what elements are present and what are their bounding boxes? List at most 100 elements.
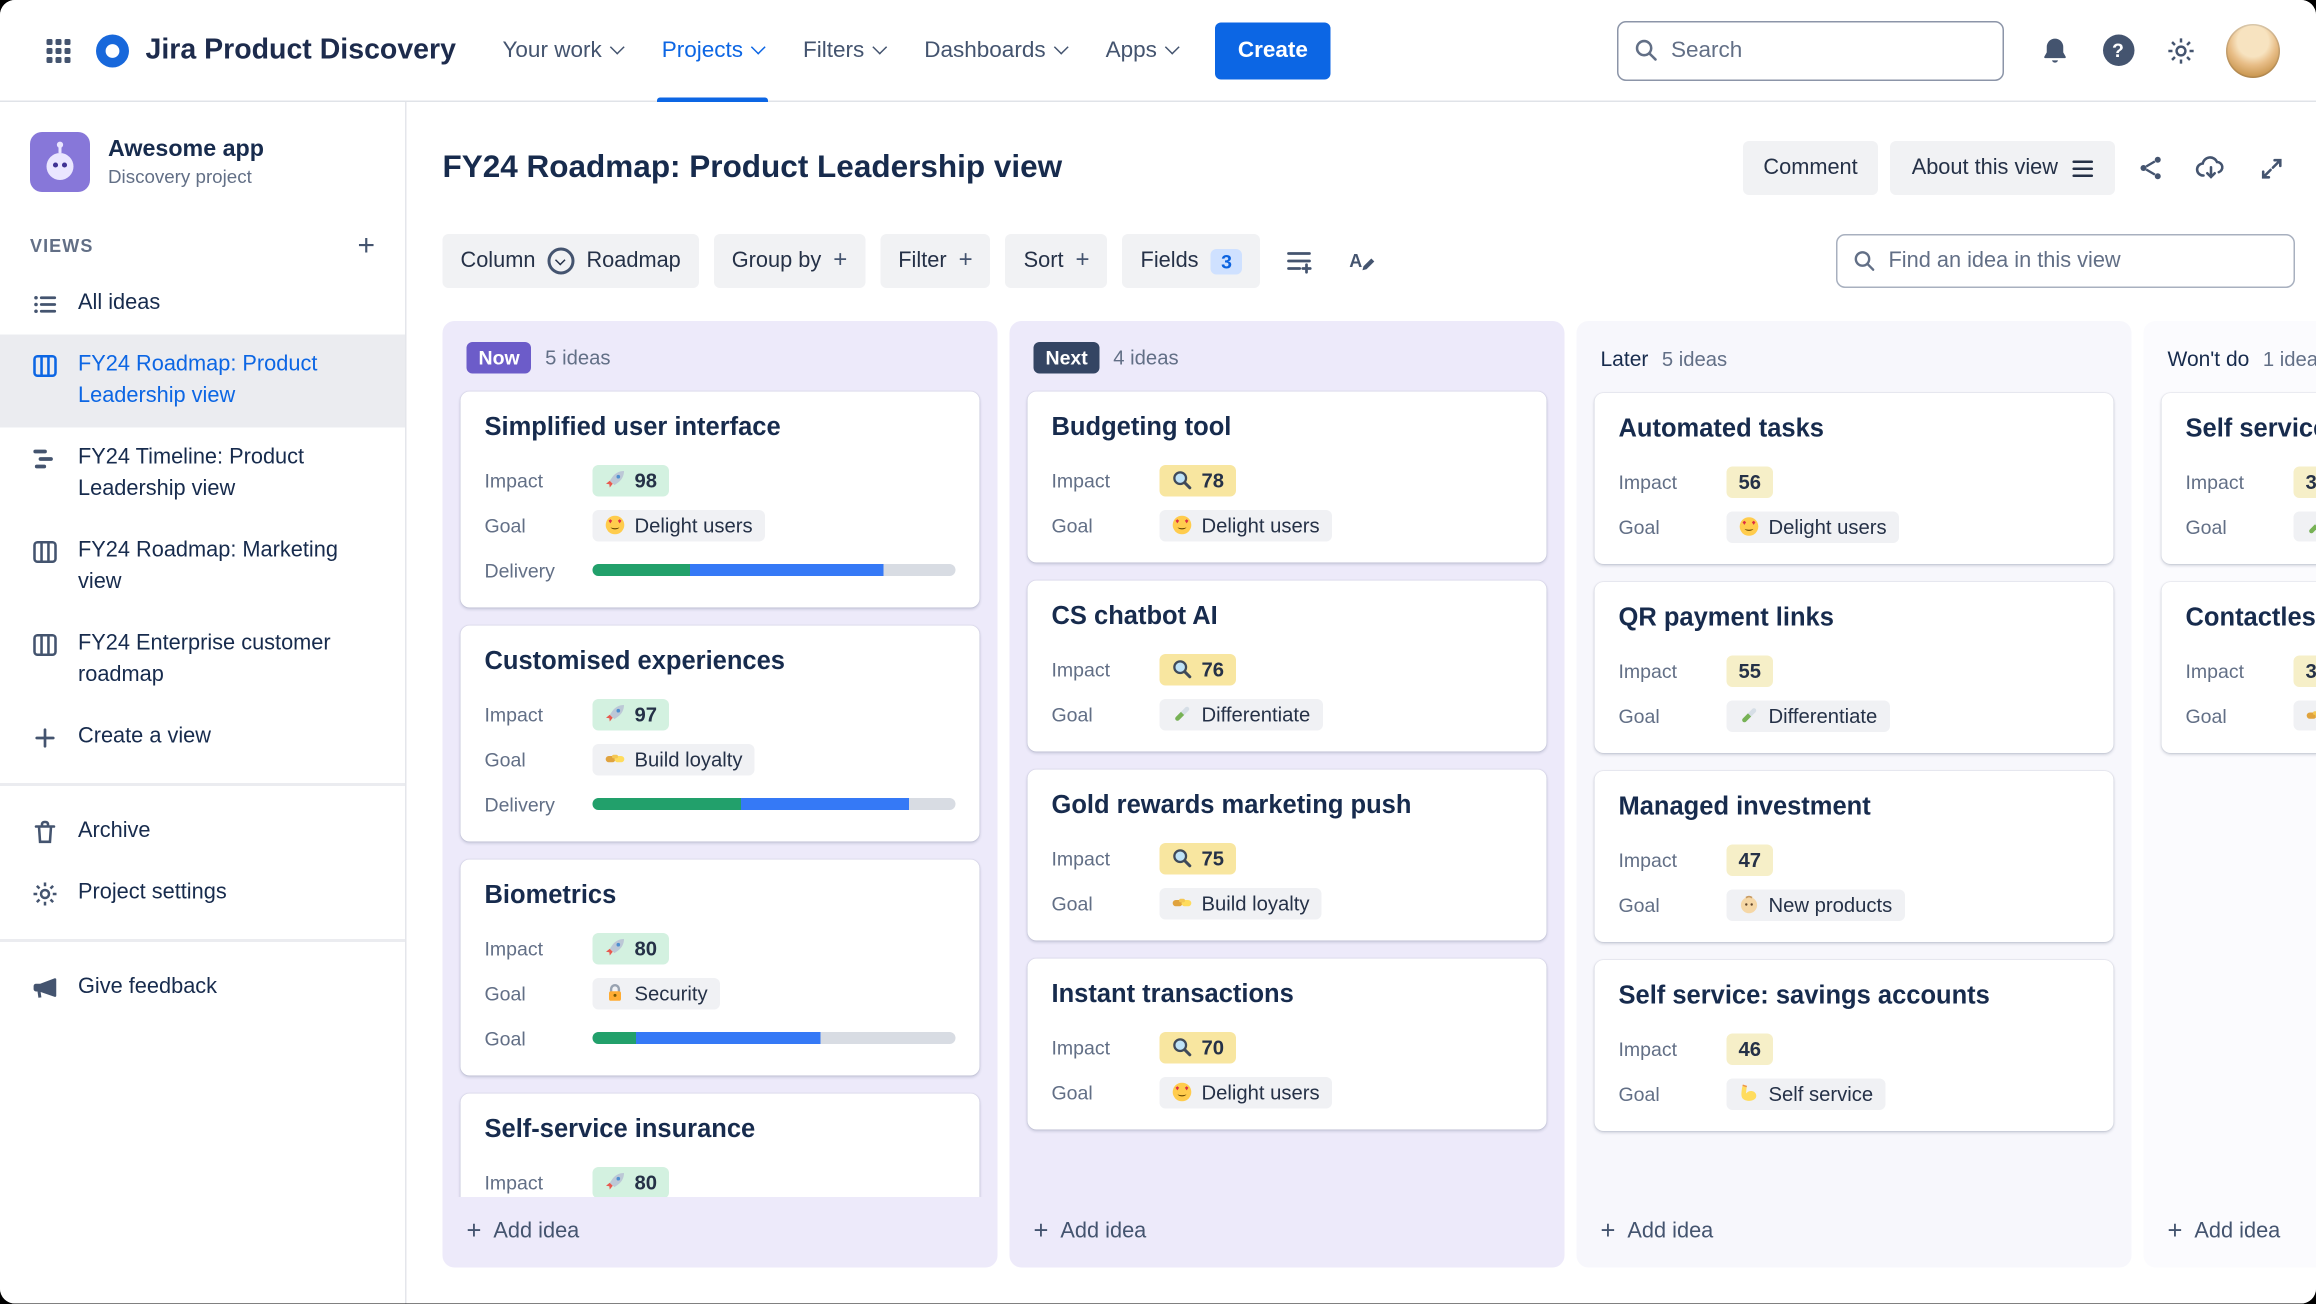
add-idea-label: Add idea	[1060, 1219, 1147, 1244]
idea-title: Self service:	[2185, 414, 2316, 443]
find-idea-search[interactable]	[1836, 234, 2295, 288]
publish-cloud-icon[interactable]	[2187, 144, 2235, 192]
column-cards: Simplified user interface Impact 98 Goal Del…	[443, 386, 998, 1198]
view-item-label: FY24 Timeline: Product Leadership view	[78, 445, 305, 502]
column-status-badge: Later	[1600, 346, 1649, 371]
comment-button[interactable]: Comment	[1742, 141, 1879, 195]
global-search-input[interactable]	[1671, 37, 1988, 63]
fields-button[interactable]: Fields 3	[1122, 234, 1261, 288]
view-options-rows-icon[interactable]	[1275, 237, 1323, 285]
add-idea-button[interactable]: + Add idea	[2144, 1198, 2316, 1269]
about-this-view-button[interactable]: About this view	[1890, 141, 2115, 195]
card-field-row: Goal Build loyalty	[1052, 881, 1523, 926]
app-window: Jira Product Discovery Your work Projects…	[0, 0, 2316, 1304]
share-icon[interactable]	[2127, 144, 2175, 192]
add-idea-button[interactable]: + Add idea	[443, 1198, 998, 1269]
card-field-row: Goal Build loyalty	[485, 737, 956, 782]
notifications-bell-icon[interactable]	[2028, 23, 2082, 77]
global-search[interactable]	[1617, 20, 2004, 81]
progress-bar	[592, 798, 956, 810]
idea-card[interactable]: Self service: Impact 36 Goal	[2161, 393, 2316, 564]
card-field-row: Impact 46	[1619, 1026, 2090, 1071]
sidebar-view-item-fy24-enterprise-customer-roadmap[interactable]: FY24 Enterprise customer roadmap	[0, 614, 405, 707]
idea-card[interactable]: Simplified user interface Impact 98 Goal Del…	[460, 391, 980, 608]
plus-icon: +	[1075, 247, 1090, 274]
add-view-icon[interactable]: +	[357, 231, 375, 261]
svg-text:A: A	[1350, 251, 1363, 271]
app-switcher-icon[interactable]	[33, 25, 84, 76]
app-title: Jira Product Discovery	[145, 33, 456, 66]
view-item-label: All ideas	[78, 291, 161, 315]
sidebar: Awesome app Discovery project VIEWS + Al…	[0, 102, 407, 1304]
field-value-badge: Build loyalty	[592, 743, 755, 775]
nav-item-label: Apps	[1105, 37, 1157, 64]
nav-item-apps[interactable]: Apps	[1086, 0, 1197, 101]
field-value-badge: 80	[592, 932, 670, 964]
nav-item-your-work[interactable]: Your work	[483, 0, 642, 101]
idea-card[interactable]: Self-service insuranceImpact80GoalSelf s…	[460, 1093, 980, 1198]
sort-button[interactable]: Sort +	[1005, 234, 1108, 288]
add-idea-label: Add idea	[493, 1219, 580, 1244]
idea-card[interactable]: Biometrics Impact 80 Goal Security Goal	[460, 859, 980, 1076]
find-idea-input[interactable]	[1888, 249, 2279, 273]
sidebar-view-item-fy24-roadmap-product-leadership-view[interactable]: FY24 Roadmap: Product Leadership view	[0, 334, 405, 428]
field-value-badge: Self service	[1726, 1077, 1886, 1110]
edit-fields-az-icon[interactable]: A	[1338, 237, 1386, 285]
fullscreen-expand-icon[interactable]	[2247, 144, 2295, 192]
idea-card[interactable]: Instant transactions Impact 70 Goal Delight …	[1027, 958, 1547, 1130]
column-header: Next 4 ideas	[1010, 321, 1565, 386]
column-selector-button[interactable]: Column Roadmap	[442, 234, 699, 288]
idea-card[interactable]: QR payment links Impact 55 Goal Differentiat…	[1594, 582, 2114, 753]
plus-icon: +	[2167, 1217, 2183, 1246]
board-icon	[30, 537, 60, 567]
field-value-badge: Delight users	[1159, 1076, 1332, 1108]
idea-card[interactable]: Customised experiences Impact 97 Goal Build …	[460, 625, 980, 842]
nav-item-projects[interactable]: Projects	[642, 0, 783, 102]
give-feedback-button[interactable]: Give feedback	[0, 957, 405, 1019]
project-settings-button[interactable]: Project settings	[0, 863, 405, 925]
settings-gear-icon[interactable]	[2154, 23, 2208, 77]
heart-eyes-icon	[1172, 515, 1193, 536]
sidebar-view-item-fy24-roadmap-marketing-view[interactable]: FY24 Roadmap: Marketing view	[0, 521, 405, 614]
app-logo[interactable]: Jira Product Discovery	[93, 31, 456, 70]
user-avatar[interactable]	[2226, 23, 2280, 78]
card-field-row: Goal Differentiate	[1619, 693, 2090, 738]
nav-item-filters[interactable]: Filters	[783, 0, 904, 101]
idea-title: Self-service insurance	[484, 1114, 756, 1144]
field-value-badge: Delight users	[1159, 509, 1332, 541]
board-column-now: Now 5 ideas Simplified user interface Impac…	[442, 321, 998, 1269]
magnifier-icon	[1172, 470, 1193, 491]
idea-card[interactable]: Self service: savings accounts Impact 46 Go…	[1594, 960, 2114, 1131]
field-value-badge: New products	[1726, 888, 1905, 921]
column-label: Column	[460, 249, 536, 273]
sidebar-view-item-all-ideas[interactable]: All ideas	[0, 273, 405, 335]
rocket-icon	[605, 704, 626, 725]
add-idea-button[interactable]: + Add idea	[1577, 1198, 2132, 1269]
idea-card[interactable]: Managed investment Impact 47 Goal New produc…	[1594, 771, 2114, 942]
field-value-badge: Security	[592, 977, 720, 1009]
archive-label: Archive	[78, 819, 151, 844]
idea-card[interactable]: Budgeting tool Impact 78 Goal Delight users	[1027, 391, 1547, 563]
group-by-button[interactable]: Group by +	[713, 234, 866, 288]
nav-item-dashboards[interactable]: Dashboards	[905, 0, 1086, 101]
rocket-icon	[605, 470, 626, 491]
archive-button[interactable]: Archive	[0, 801, 405, 863]
filter-button[interactable]: Filter +	[880, 234, 991, 288]
column-count: 5 ideas	[545, 346, 611, 370]
sidebar-view-item-fy24-timeline-product-leadership-view[interactable]: FY24 Timeline: Product Leadership view	[0, 428, 405, 521]
project-header[interactable]: Awesome app Discovery project	[0, 132, 405, 192]
idea-card[interactable]: Automated tasks Impact 56 Goal Delight users	[1594, 393, 2114, 564]
idea-title: Self service: savings accounts	[1618, 981, 1990, 1010]
idea-card[interactable]: Contactless Impact 30 Goal	[2161, 582, 2316, 753]
field-value-badge: 75	[1159, 842, 1237, 874]
field-label: Goal	[1051, 513, 1093, 537]
add-idea-button[interactable]: + Add idea	[1010, 1198, 1565, 1269]
create-view-button[interactable]: Create a view	[0, 707, 405, 769]
idea-card[interactable]: Gold rewards marketing push Impact 75 Goal B…	[1027, 769, 1547, 941]
help-icon[interactable]: ?	[2091, 23, 2145, 77]
sort-label: Sort	[1023, 249, 1064, 273]
create-button[interactable]: Create	[1215, 21, 1331, 79]
idea-card[interactable]: CS chatbot AI Impact 76 Goal Differentiate	[1027, 580, 1547, 752]
view-item-label: FY24 Roadmap: Marketing view	[78, 538, 338, 595]
about-view-label: About this view	[1911, 156, 2058, 180]
